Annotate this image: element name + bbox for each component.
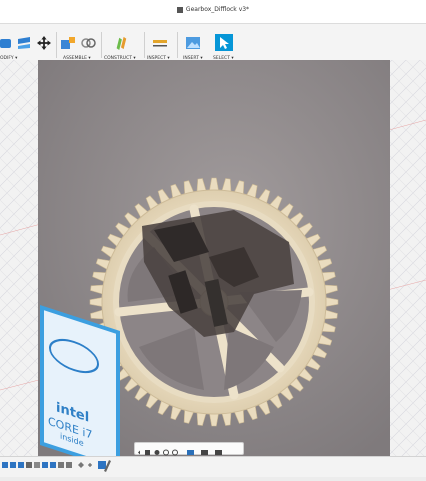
toolbar-separator: [177, 32, 178, 58]
timeline-item-icon: [18, 462, 24, 468]
insert-image-icon: [186, 37, 200, 49]
select-arrow-icon: [215, 34, 233, 51]
model-canvas: [0, 60, 426, 460]
modify-menu[interactable]: ODIFY ▾: [0, 28, 52, 61]
window-title: Gearbox_Difflock v3*: [0, 6, 426, 13]
gear-model: [89, 177, 339, 427]
toolbar-separator: [144, 32, 145, 58]
timeline-bar: [0, 456, 426, 477]
zoom-icon: [163, 449, 169, 456]
timeline-item-icon: [50, 462, 56, 468]
navigation-bar: [134, 442, 244, 456]
display-settings-icon: [187, 450, 194, 455]
toolbar-separator: [101, 32, 102, 58]
timeline-controls[interactable]: [0, 457, 120, 477]
look-at-icon: [145, 450, 150, 455]
construct-menu[interactable]: CONSTRUCT ▾: [103, 28, 141, 61]
document-icon: [176, 6, 183, 13]
timeline-item-icon: [26, 462, 32, 468]
press-pull-icon: [0, 39, 11, 48]
timeline-item-icon: [10, 462, 16, 468]
timeline-item-icon: [66, 462, 72, 468]
orbit-icon: [138, 450, 140, 455]
timeline-item-icon: [88, 463, 92, 467]
ribbon-toolbar: ODIFY ▾ ASSEMBLE ▾ CONSTRUCT ▾ INSPECT ▾…: [0, 24, 426, 61]
toolbar-separator: [56, 32, 57, 58]
timeline-item-icon: [98, 461, 106, 469]
timeline-item-icon: [34, 462, 40, 468]
joint-icon: [81, 38, 96, 48]
viewports-icon: [215, 450, 222, 455]
select-menu[interactable]: SELECT ▾: [210, 28, 238, 61]
offset-plane-icon: [116, 36, 127, 50]
title-bar: Gearbox_Difflock v3*: [0, 0, 426, 24]
inspect-menu[interactable]: INSPECT ▾: [146, 28, 174, 61]
move-icon: [37, 36, 51, 50]
new-component-icon: [61, 37, 75, 49]
grid-settings-icon: [201, 450, 208, 455]
pan-icon: [154, 450, 160, 455]
measure-icon: [153, 40, 167, 47]
canvas-viewport[interactable]: intel CORE i7 inside: [0, 60, 426, 460]
timeline-item-icon: [2, 462, 8, 468]
timeline-item-icon: [58, 462, 64, 468]
assemble-menu[interactable]: ASSEMBLE ▾: [58, 28, 98, 61]
fit-icon: [172, 449, 178, 456]
window-title-text: Gearbox_Difflock v3*: [185, 6, 250, 13]
timeline-item-icon: [42, 462, 48, 468]
insert-menu[interactable]: INSERT ▾: [179, 28, 207, 61]
fillet-icon: [18, 37, 30, 49]
timeline-item-icon: [78, 462, 84, 468]
